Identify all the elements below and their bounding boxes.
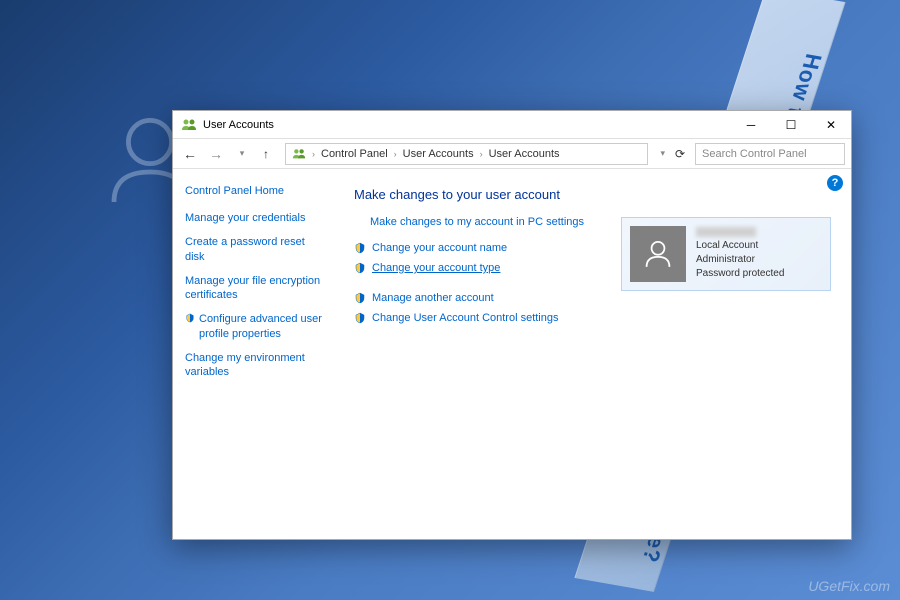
action-link-label: Manage another account [372,292,494,304]
shield-icon [354,292,366,304]
shield-icon [354,242,366,254]
account-type: Local Account [696,239,784,253]
secondary-actions: Manage another account Change User Accou… [354,292,835,324]
chevron-right-icon: › [478,149,485,159]
account-name-redacted [696,227,756,237]
help-icon[interactable]: ? [827,175,843,191]
search-placeholder: Search Control Panel [702,148,807,160]
account-avatar-icon [630,226,686,282]
titlebar[interactable]: User Accounts ─ ☐ ✕ [173,111,851,139]
window-title: User Accounts [203,119,731,131]
back-button[interactable]: ← [179,143,201,165]
breadcrumb-item[interactable]: Control Panel [321,148,388,160]
main-panel: Make changes to your user account Make c… [338,169,851,539]
breadcrumb-item[interactable]: User Accounts [403,148,474,160]
shield-icon [354,312,366,324]
breadcrumb-item[interactable]: User Accounts [489,148,560,160]
account-role: Administrator [696,253,784,267]
search-input[interactable]: Search Control Panel [695,143,845,165]
watermark: UGetFix.com [808,578,890,594]
shield-icon [354,262,366,274]
action-manage-another[interactable]: Manage another account [354,292,835,304]
user-accounts-window: User Accounts ─ ☐ ✕ ← → ▾ ↑ › Control Pa… [172,110,852,540]
main-heading: Make changes to your user account [354,187,835,202]
sidebar-link-advanced-profile[interactable]: Configure advanced user profile properti… [185,312,326,341]
sidebar-link-environment[interactable]: Change my environment variables [185,351,326,380]
shield-icon [185,313,195,323]
window-controls: ─ ☐ ✕ [731,111,851,139]
action-link-label: Change your account type [372,262,500,274]
maximize-button[interactable]: ☐ [771,111,811,139]
content-area: ? Control Panel Home Manage your credent… [173,169,851,539]
address-breadcrumb[interactable]: › Control Panel › User Accounts › User A… [285,143,648,165]
account-protection: Password protected [696,267,784,281]
up-button[interactable]: ↑ [257,145,275,163]
user-accounts-breadcrumb-icon [292,147,306,161]
user-accounts-icon [181,117,197,133]
control-panel-home-link[interactable]: Control Panel Home [185,185,326,197]
chevron-right-icon: › [392,149,399,159]
sidebar-link-credentials[interactable]: Manage your credentials [185,211,326,225]
forward-button[interactable]: → [205,143,227,165]
action-link-label: Change User Account Control settings [372,312,559,324]
sidebar-link-label: Configure advanced user profile properti… [199,312,326,341]
recent-dropdown-icon[interactable]: ▾ [231,143,253,165]
sidebar-link-encryption[interactable]: Manage your file encryption certificates [185,274,326,303]
current-account-card: Local Account Administrator Password pro… [621,217,831,291]
action-uac-settings[interactable]: Change User Account Control settings [354,312,835,324]
sidebar: Control Panel Home Manage your credentia… [173,169,338,539]
action-link-label: Change your account name [372,242,507,254]
minimize-button[interactable]: ─ [731,111,771,139]
chevron-down-icon[interactable]: ▾ [658,148,667,159]
account-info: Local Account Administrator Password pro… [696,227,784,281]
navigation-bar: ← → ▾ ↑ › Control Panel › User Accounts … [173,139,851,169]
sidebar-link-password-reset[interactable]: Create a password reset disk [185,235,326,264]
refresh-button[interactable]: ⟳ [669,143,691,165]
chevron-right-icon: › [310,149,317,159]
close-button[interactable]: ✕ [811,111,851,139]
